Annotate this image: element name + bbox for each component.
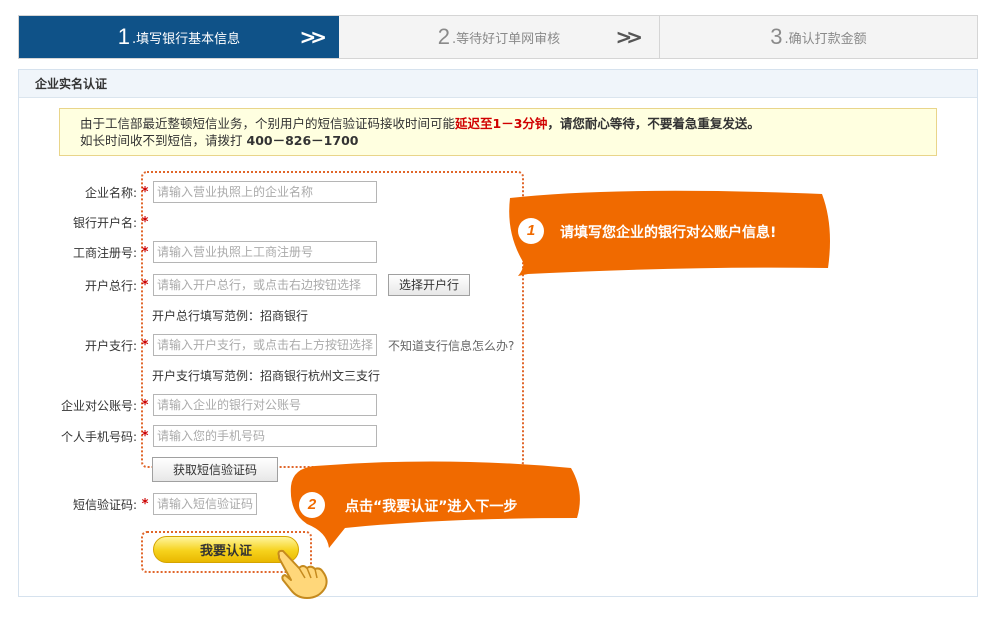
required-mark: *	[141, 337, 149, 353]
mobile-row: 个人手机号码: * 请输入您的手机号码	[19, 425, 377, 447]
branch-bank-example: 开户支行填写范例：招商银行杭州文三支行	[152, 369, 381, 383]
company-name-label: 企业名称:	[84, 185, 137, 200]
mobile-label: 个人手机号码:	[60, 429, 137, 444]
sms-code-row: 短信验证码: * 请输入短信验证码	[19, 493, 257, 515]
required-mark: *	[141, 397, 149, 413]
progress-steps: 1 .填写银行基本信息 >> 2 .等待好订单网审核 >> 3 .确认打款金额	[18, 15, 978, 59]
step-2: 2 .等待好订单网审核 >>	[339, 16, 659, 58]
step-3: 3 .确认打款金额	[659, 16, 977, 58]
notice-text: 由于工信部最近整顿短信业务，个别用户的短信验证码接收时间可能	[80, 116, 456, 131]
reg-number-input[interactable]: 请输入营业执照上工商注册号	[153, 241, 377, 263]
panel-title: 企业实名认证	[19, 70, 977, 98]
mobile-input[interactable]: 请输入您的手机号码	[153, 425, 377, 447]
notice-phone: 400－826－1700	[246, 133, 359, 148]
callout-1-text: 请填写您企业的银行对公账户信息!	[560, 225, 777, 241]
required-mark: *	[141, 277, 149, 293]
callout-2-number: 2	[299, 492, 325, 518]
step-2-label: .等待好订单网审核	[452, 31, 561, 47]
step-1-number: 1	[117, 24, 131, 49]
pointing-hand-icon	[273, 546, 333, 605]
required-mark: *	[141, 184, 149, 200]
reg-number-row: 工商注册号: * 请输入营业执照上工商注册号	[19, 241, 377, 263]
notice-text-bold: ，请您耐心等待，不要着急重复发送。	[547, 116, 760, 131]
head-bank-label: 开户总行:	[84, 278, 137, 293]
head-bank-row: 开户总行: * 请输入开户总行，或点击右边按钮选择 选择开户行	[19, 274, 471, 296]
step-3-label: .确认打款金额	[784, 31, 867, 47]
bank-account-name-row: 银行开户名: *	[19, 211, 153, 233]
select-bank-button[interactable]: 选择开户行	[388, 274, 471, 296]
double-chevron-right-icon: >>	[299, 25, 326, 49]
account-number-row: 企业对公账号: * 请输入企业的银行对公账号	[19, 394, 377, 416]
sms-notice: 由于工信部最近整顿短信业务，个别用户的短信验证码接收时间可能延迟至1－3分钟，请…	[59, 108, 937, 156]
required-mark: *	[141, 428, 149, 444]
company-name-row: 企业名称: * 请输入营业执照上的企业名称	[19, 181, 377, 203]
required-mark: *	[141, 214, 149, 230]
branch-bank-row: 开户支行: * 请输入开户支行，或点击右上方按钮选择 不知道支行信息怎么办?	[19, 334, 514, 356]
callout-2: 2 点击“我要认证”进入下一步	[283, 456, 586, 551]
notice-delay-highlight: 延迟至1－3分钟	[455, 116, 548, 131]
account-number-label: 企业对公账号:	[60, 398, 137, 413]
step-3-number: 3	[770, 24, 783, 49]
reg-number-label: 工商注册号:	[72, 245, 137, 260]
bank-account-name-label: 银行开户名:	[72, 215, 137, 230]
double-chevron-right-icon: >>	[615, 25, 642, 49]
step-1: 1 .填写银行基本信息 >>	[19, 16, 339, 58]
head-bank-example: 开户总行填写范例：招商银行	[152, 309, 309, 323]
branch-help-link[interactable]: 不知道支行信息怎么办?	[388, 337, 514, 354]
callout-2-text: 点击“我要认证”进入下一步	[345, 499, 518, 515]
sms-code-input[interactable]: 请输入短信验证码	[153, 493, 257, 515]
step-1-label: .填写银行基本信息	[132, 31, 241, 47]
branch-bank-label: 开户支行:	[84, 338, 137, 353]
head-bank-input[interactable]: 请输入开户总行，或点击右边按钮选择	[153, 274, 377, 296]
notice-line-1: 由于工信部最近整顿短信业务，个别用户的短信验证码接收时间可能延迟至1－3分钟，请…	[80, 115, 936, 132]
company-name-input[interactable]: 请输入营业执照上的企业名称	[153, 181, 377, 203]
step-2-number: 2	[437, 24, 451, 49]
branch-bank-input[interactable]: 请输入开户支行，或点击右上方按钮选择	[153, 334, 377, 356]
notice-text: 如长时间收不到短信，请拨打	[80, 133, 243, 148]
account-number-input[interactable]: 请输入企业的银行对公账号	[153, 394, 377, 416]
required-mark: *	[141, 244, 149, 260]
callout-1-number: 1	[518, 218, 544, 244]
notice-line-2: 如长时间收不到短信，请拨打 400－826－1700	[80, 132, 936, 149]
required-mark: *	[141, 496, 149, 512]
sms-code-label: 短信验证码:	[72, 497, 137, 512]
callout-1: 1 请填写您企业的银行对公账户信息!	[500, 186, 835, 281]
get-sms-code-button[interactable]: 获取短信验证码	[152, 457, 278, 482]
